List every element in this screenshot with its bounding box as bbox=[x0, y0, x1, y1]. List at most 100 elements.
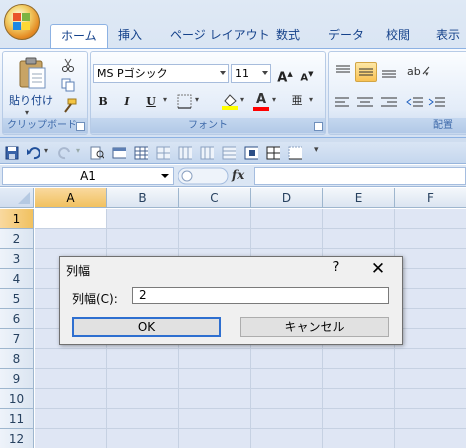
bold-button[interactable]: B bbox=[93, 92, 113, 112]
row-header-10[interactable]: 10 bbox=[0, 389, 34, 409]
font-name-combo[interactable]: MS Pゴシック bbox=[93, 64, 229, 83]
tab-view[interactable]: 表示 bbox=[426, 24, 466, 48]
row-header-1[interactable]: 1 bbox=[0, 209, 34, 229]
tab-review[interactable]: 校閲 bbox=[376, 24, 420, 48]
tab-data[interactable]: データ bbox=[318, 24, 374, 48]
customize-qat-icon[interactable]: ▾ bbox=[314, 145, 319, 155]
cancel-button[interactable]: キャンセル bbox=[240, 317, 389, 337]
undo-dropdown-icon[interactable]: ▾ bbox=[44, 146, 48, 155]
align-left-icon[interactable] bbox=[333, 94, 353, 112]
column-header-e[interactable]: E bbox=[323, 188, 395, 208]
office-logo-icon bbox=[13, 13, 31, 31]
font-color-bar bbox=[253, 107, 269, 111]
paste-button[interactable]: 貼り付け ▾ bbox=[7, 54, 55, 117]
row-header-12[interactable]: 12 bbox=[0, 429, 34, 448]
name-box[interactable]: A1 bbox=[2, 167, 174, 185]
column-width-input[interactable]: 2 bbox=[132, 287, 389, 304]
undo-icon[interactable] bbox=[26, 146, 40, 160]
insert-function-button[interactable]: fx bbox=[232, 165, 252, 185]
help-button[interactable]: ? bbox=[329, 260, 343, 275]
close-button[interactable]: ✕ bbox=[366, 259, 390, 279]
active-cell-a1[interactable] bbox=[35, 209, 106, 228]
copy-icon[interactable] bbox=[61, 78, 75, 92]
columns-icon[interactable] bbox=[178, 146, 192, 160]
font-size-dropdown-icon bbox=[262, 71, 268, 75]
decrease-indent-icon[interactable] bbox=[405, 94, 425, 112]
borders-icon[interactable] bbox=[177, 94, 193, 110]
align-middle-icon bbox=[359, 68, 373, 76]
format-painter-icon[interactable] bbox=[61, 98, 77, 114]
borders-dropdown-icon[interactable]: ▾ bbox=[195, 95, 199, 104]
column-header-a[interactable]: A bbox=[35, 188, 107, 208]
alignment-group-label: 配置 bbox=[329, 118, 466, 133]
row-header-4[interactable]: 4 bbox=[0, 269, 34, 289]
orientation-icon[interactable]: ab ▾ bbox=[405, 62, 431, 80]
redo-icon[interactable] bbox=[58, 146, 72, 160]
phonetic-dropdown-icon[interactable]: ▾ bbox=[309, 95, 313, 104]
row-header-3[interactable]: 3 bbox=[0, 249, 34, 269]
column-width-dialog: 列幅 ? ✕ 列幅(C): 2 OK キャンセル bbox=[59, 256, 403, 345]
column-header-b[interactable]: B bbox=[107, 188, 179, 208]
italic-button[interactable]: I bbox=[117, 92, 137, 112]
table-icon[interactable] bbox=[134, 146, 148, 160]
columns-alt-icon[interactable] bbox=[200, 146, 214, 160]
row-header-6[interactable]: 6 bbox=[0, 309, 34, 329]
redo-dropdown-icon[interactable]: ▾ bbox=[76, 146, 80, 155]
save-icon[interactable] bbox=[5, 146, 19, 160]
row-header-9[interactable]: 9 bbox=[0, 369, 34, 389]
column-header-c[interactable]: C bbox=[179, 188, 251, 208]
phonetic-button[interactable]: 亜 bbox=[287, 92, 307, 112]
font-color-dropdown-icon[interactable]: ▾ bbox=[272, 95, 276, 104]
shrink-font-button[interactable]: A▼ bbox=[297, 64, 317, 84]
font-launcher[interactable] bbox=[314, 122, 323, 131]
fill-color-dropdown-icon[interactable]: ▾ bbox=[240, 95, 244, 104]
window-icon[interactable] bbox=[112, 146, 126, 160]
clipboard-launcher[interactable] bbox=[76, 122, 85, 131]
row-header-11[interactable]: 11 bbox=[0, 409, 34, 429]
row-header-8[interactable]: 8 bbox=[0, 349, 34, 369]
select-all-button[interactable] bbox=[0, 188, 34, 208]
fill-color-icon[interactable] bbox=[221, 92, 239, 110]
ok-button[interactable]: OK bbox=[72, 317, 221, 337]
tab-page-layout[interactable]: ページ レイアウト bbox=[160, 24, 280, 48]
quick-access-toolbar: ▾ ▾ ▾ bbox=[0, 142, 466, 164]
align-top-icon[interactable] bbox=[333, 62, 353, 80]
rows-icon[interactable] bbox=[222, 146, 236, 160]
increase-indent-icon[interactable] bbox=[427, 94, 447, 112]
tab-home[interactable]: ホーム bbox=[50, 24, 108, 49]
font-size-value: 11 bbox=[235, 67, 249, 80]
font-color-button[interactable]: A bbox=[251, 92, 271, 112]
paste-label: 貼り付け bbox=[9, 94, 53, 107]
cell-border-icon[interactable] bbox=[244, 146, 258, 160]
column-header-d[interactable]: D bbox=[251, 188, 323, 208]
all-borders-icon[interactable] bbox=[266, 146, 280, 160]
grow-font-button[interactable]: A▲ bbox=[275, 64, 295, 85]
align-bottom-icon[interactable] bbox=[379, 62, 399, 80]
column-header-f[interactable]: F bbox=[395, 188, 466, 208]
row-header-2[interactable]: 2 bbox=[0, 229, 34, 249]
tab-formulas[interactable]: 数式 bbox=[266, 24, 310, 48]
align-center-icon[interactable] bbox=[355, 94, 375, 112]
tab-insert[interactable]: 挿入 bbox=[108, 24, 152, 48]
underline-button[interactable]: U bbox=[141, 92, 161, 112]
phonetic-label: 亜 bbox=[291, 94, 303, 107]
font-size-combo[interactable]: 11 bbox=[231, 64, 271, 83]
cut-icon[interactable] bbox=[61, 58, 75, 72]
grid-small-icon[interactable] bbox=[156, 146, 170, 160]
column-width-label: 列幅(C): bbox=[72, 292, 118, 306]
font-group-label: フォント bbox=[91, 118, 325, 133]
align-middle-button[interactable] bbox=[355, 62, 377, 82]
formula-input[interactable] bbox=[254, 167, 466, 185]
underline-dropdown-icon[interactable]: ▾ bbox=[163, 95, 167, 104]
office-button[interactable] bbox=[4, 4, 40, 40]
row-header-5[interactable]: 5 bbox=[0, 289, 34, 309]
row-header-7[interactable]: 7 bbox=[0, 329, 34, 349]
alignment-group: ab ▾ 配置 bbox=[328, 51, 466, 135]
clipboard-group-label: クリップボード bbox=[3, 118, 87, 133]
outer-border-icon[interactable] bbox=[288, 146, 302, 160]
print-preview-icon[interactable] bbox=[90, 146, 104, 160]
paste-dropdown-icon: ▾ bbox=[25, 108, 30, 117]
align-right-icon[interactable] bbox=[379, 94, 399, 112]
name-box-dropdown-icon bbox=[161, 174, 169, 178]
ribbon: ホーム 挿入 ページ レイアウト 数式 データ 校閲 表示 貼り付け ▾ クリッ… bbox=[0, 0, 466, 142]
